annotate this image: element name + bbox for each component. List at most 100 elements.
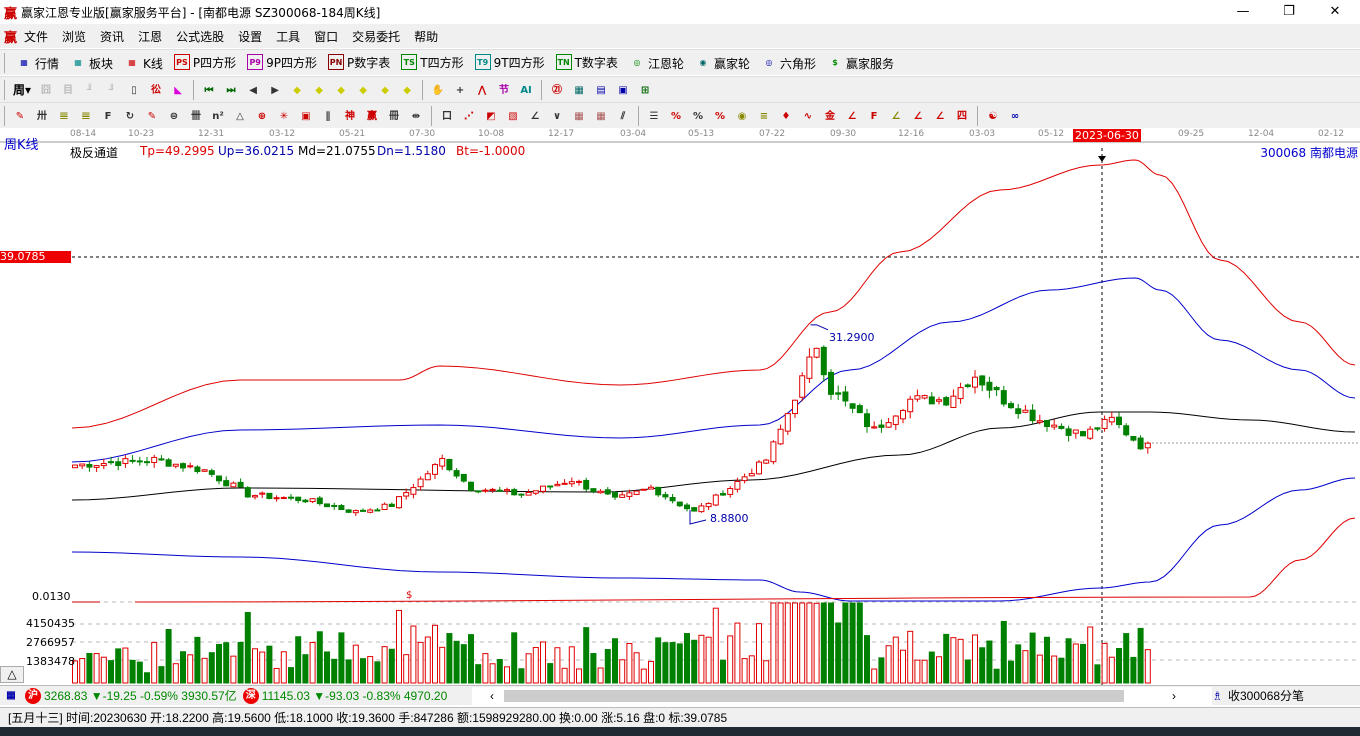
toolbar-candles-button[interactable]: ▦ K线 — [121, 55, 163, 72]
four-angle-icon[interactable]: 四 — [954, 109, 970, 125]
gold2-icon[interactable]: 𝌆 — [78, 109, 94, 125]
scroll-thumb[interactable] — [504, 689, 1124, 702]
arc-icon[interactable]: ◩ — [483, 109, 499, 125]
grid2-icon[interactable]: ▧ — [505, 109, 521, 125]
kline-chart[interactable]: 周K线 极反通道 Tp=49.2995 Up=36.0215 Md=21.075… — [0, 128, 1360, 685]
maximize-button[interactable]: ❐ — [1266, 0, 1312, 24]
toolbar-grid-button[interactable]: ▦ 行情 — [13, 55, 59, 72]
toolbar-p9-button[interactable]: P9 9P四方形 — [244, 54, 317, 71]
period-select[interactable]: 周 ▾ — [13, 81, 31, 98]
gann-icon[interactable]: 彸 — [148, 83, 164, 99]
zoom-left-icon[interactable]: ◆ — [289, 83, 305, 99]
horizontal-scrollbar[interactable]: ‹ › — [472, 686, 1212, 705]
square-icon[interactable]: ▣ — [298, 109, 314, 125]
minimize-button[interactable]: — — [1220, 0, 1266, 24]
angle2-icon[interactable]: ∠ — [844, 109, 860, 125]
scroll-left-button[interactable]: ‹ — [490, 689, 494, 703]
hand-icon[interactable]: ✋ — [430, 83, 446, 99]
percent-icon[interactable]: % — [690, 109, 706, 125]
candle-type-icon[interactable]: ▯ — [126, 83, 142, 99]
toolbar-pn-button[interactable]: PN P数字表 — [325, 54, 390, 71]
zoom-v-icon[interactable]: ◆ — [377, 83, 393, 99]
toolbar-blocks-button[interactable]: ▦ 板块 — [67, 55, 113, 72]
n2-icon[interactable]: n² — [210, 109, 226, 125]
triangle-icon[interactable]: △ — [232, 109, 248, 125]
infinity-icon[interactable]: ∞ — [1007, 109, 1023, 125]
chart3-icon[interactable]: ╜ — [82, 83, 98, 99]
mesh-icon[interactable]: ▦ — [571, 109, 587, 125]
doc-icon[interactable]: 目 — [60, 83, 76, 99]
circle-icon[interactable]: ⊜ — [166, 109, 182, 125]
star-icon[interactable]: ✳ — [276, 109, 292, 125]
pen-icon[interactable]: ✎ — [12, 109, 28, 125]
span-icon[interactable]: ⇹ — [408, 109, 424, 125]
gold4-icon[interactable]: 金 — [822, 109, 838, 125]
yinyang-icon[interactable]: ☯ — [985, 109, 1001, 125]
ying-icon[interactable]: 赢 — [364, 109, 380, 125]
menu-item[interactable]: 文件 — [24, 30, 48, 44]
slash-icon[interactable]: ∥ — [320, 109, 336, 125]
toolbar-tn-button[interactable]: TN T数字表 — [553, 54, 618, 71]
gold-angle-icon[interactable]: ∠ — [888, 109, 904, 125]
zigzag-icon[interactable]: ∨ — [549, 109, 565, 125]
toolbar-ps-button[interactable]: PS P四方形 — [171, 54, 236, 71]
pen2-icon[interactable]: ✎ — [144, 109, 160, 125]
menu-item[interactable]: 交易委托 — [352, 30, 400, 44]
line-icon[interactable]: ⋀ — [474, 83, 490, 99]
ying-angle-icon[interactable]: ∠ — [932, 109, 948, 125]
toolbar-dollar-button[interactable]: $ 赢家服务 — [824, 55, 894, 72]
list-icon[interactable]: ☰ — [646, 109, 662, 125]
spiral-icon[interactable]: ↻ — [122, 109, 138, 125]
box-icon[interactable]: 口 — [439, 109, 455, 125]
f-angle-icon[interactable]: F — [866, 109, 882, 125]
collapse-button[interactable]: △ — [0, 666, 24, 683]
gold-icon[interactable]: 𝌆 — [56, 109, 72, 125]
pattern-icon[interactable]: 囧 — [38, 83, 54, 99]
zoom-right-icon[interactable]: ◆ — [311, 83, 327, 99]
comb-icon[interactable]: 冊 — [386, 109, 402, 125]
menu-item[interactable]: 公式选股 — [176, 30, 224, 44]
ai-icon[interactable]: AI — [518, 83, 534, 99]
expand-icon[interactable]: ◆ — [333, 83, 349, 99]
parallel-icon[interactable]: ⫽ — [615, 109, 631, 125]
wave-icon[interactable]: ∿ — [800, 109, 816, 125]
f-icon[interactable]: F — [100, 109, 116, 125]
last-icon[interactable]: ⏭ — [223, 83, 239, 99]
angle-icon[interactable]: ∠ — [527, 109, 543, 125]
menu-item[interactable]: 窗口 — [314, 30, 338, 44]
network-icon[interactable]: ⊞ — [637, 83, 653, 99]
calc-icon[interactable]: ▦ — [571, 83, 587, 99]
crosshair-icon[interactable]: + — [452, 83, 468, 99]
close-button[interactable]: ✕ — [1312, 0, 1358, 24]
coin-icon[interactable]: ◉ — [734, 109, 750, 125]
percent-line-icon[interactable]: % — [668, 109, 684, 125]
percent2-icon[interactable]: % — [712, 109, 728, 125]
fan2-icon[interactable]: ⋰ — [461, 109, 477, 125]
bell-icon[interactable]: ♦ — [778, 109, 794, 125]
vlines-icon[interactable]: 卌 — [188, 109, 204, 125]
mesh2-icon[interactable]: ▦ — [593, 109, 609, 125]
hlines-icon[interactable]: 卅 — [34, 109, 50, 125]
toolbar-target-button[interactable]: ◎ 江恩轮 — [626, 55, 684, 72]
report-icon[interactable]: ▤ — [593, 83, 609, 99]
menu-item[interactable]: 资讯 — [100, 30, 124, 44]
menu-item[interactable]: 设置 — [238, 30, 262, 44]
fan-icon[interactable]: ◣ — [170, 83, 186, 99]
menu-item[interactable]: 帮助 — [414, 30, 438, 44]
first-icon[interactable]: ⏮ — [201, 83, 217, 99]
toolbar-ts-button[interactable]: TS T四方形 — [398, 54, 464, 71]
festival-icon[interactable]: 节 — [496, 83, 512, 99]
gold3-icon[interactable]: ≡ — [756, 109, 772, 125]
calendar-icon[interactable]: ㉑ — [549, 83, 565, 99]
toolbar-wheel-button[interactable]: ◉ 赢家轮 — [692, 55, 750, 72]
right-icon[interactable]: ▶ — [267, 83, 283, 99]
chart9-icon[interactable]: ╜ — [104, 83, 120, 99]
grid-icon[interactable]: ▦ — [3, 688, 19, 704]
menu-item[interactable]: 工具 — [276, 30, 300, 44]
tick-detail-button[interactable]: 收300068分笔 — [1228, 687, 1304, 704]
save-icon[interactable]: ▣ — [615, 83, 631, 99]
menu-item[interactable]: 浏览 — [62, 30, 86, 44]
target-icon[interactable]: ⊕ — [254, 109, 270, 125]
shen-icon[interactable]: 神 — [342, 109, 358, 125]
zoom-all-icon[interactable]: ◆ — [399, 83, 415, 99]
